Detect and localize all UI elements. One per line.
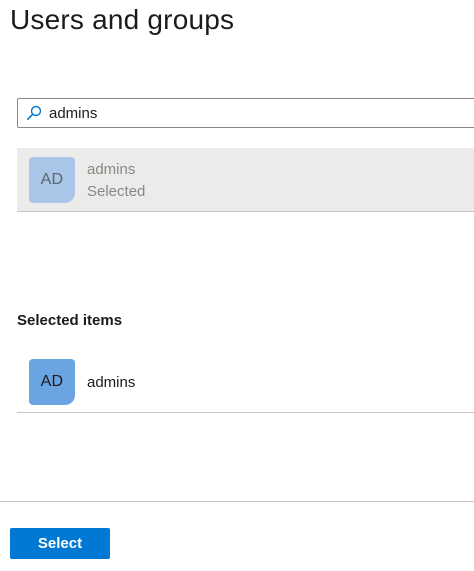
page-title: Users and groups bbox=[10, 4, 235, 35]
avatar: AD bbox=[29, 359, 75, 405]
search-result-row[interactable]: AD admins Selected bbox=[17, 148, 474, 212]
avatar: AD bbox=[29, 157, 75, 203]
search-input[interactable] bbox=[49, 104, 429, 122]
selected-item-name: admins bbox=[87, 374, 136, 391]
result-name: admins bbox=[87, 161, 136, 178]
search-box[interactable] bbox=[17, 98, 474, 128]
result-status: Selected bbox=[87, 183, 146, 200]
selected-item-row[interactable]: AD admins bbox=[17, 354, 474, 413]
selected-items-heading: Selected items bbox=[17, 312, 123, 329]
select-button[interactable]: Select bbox=[10, 528, 110, 559]
footer-divider bbox=[0, 501, 474, 502]
search-icon bbox=[24, 103, 44, 123]
